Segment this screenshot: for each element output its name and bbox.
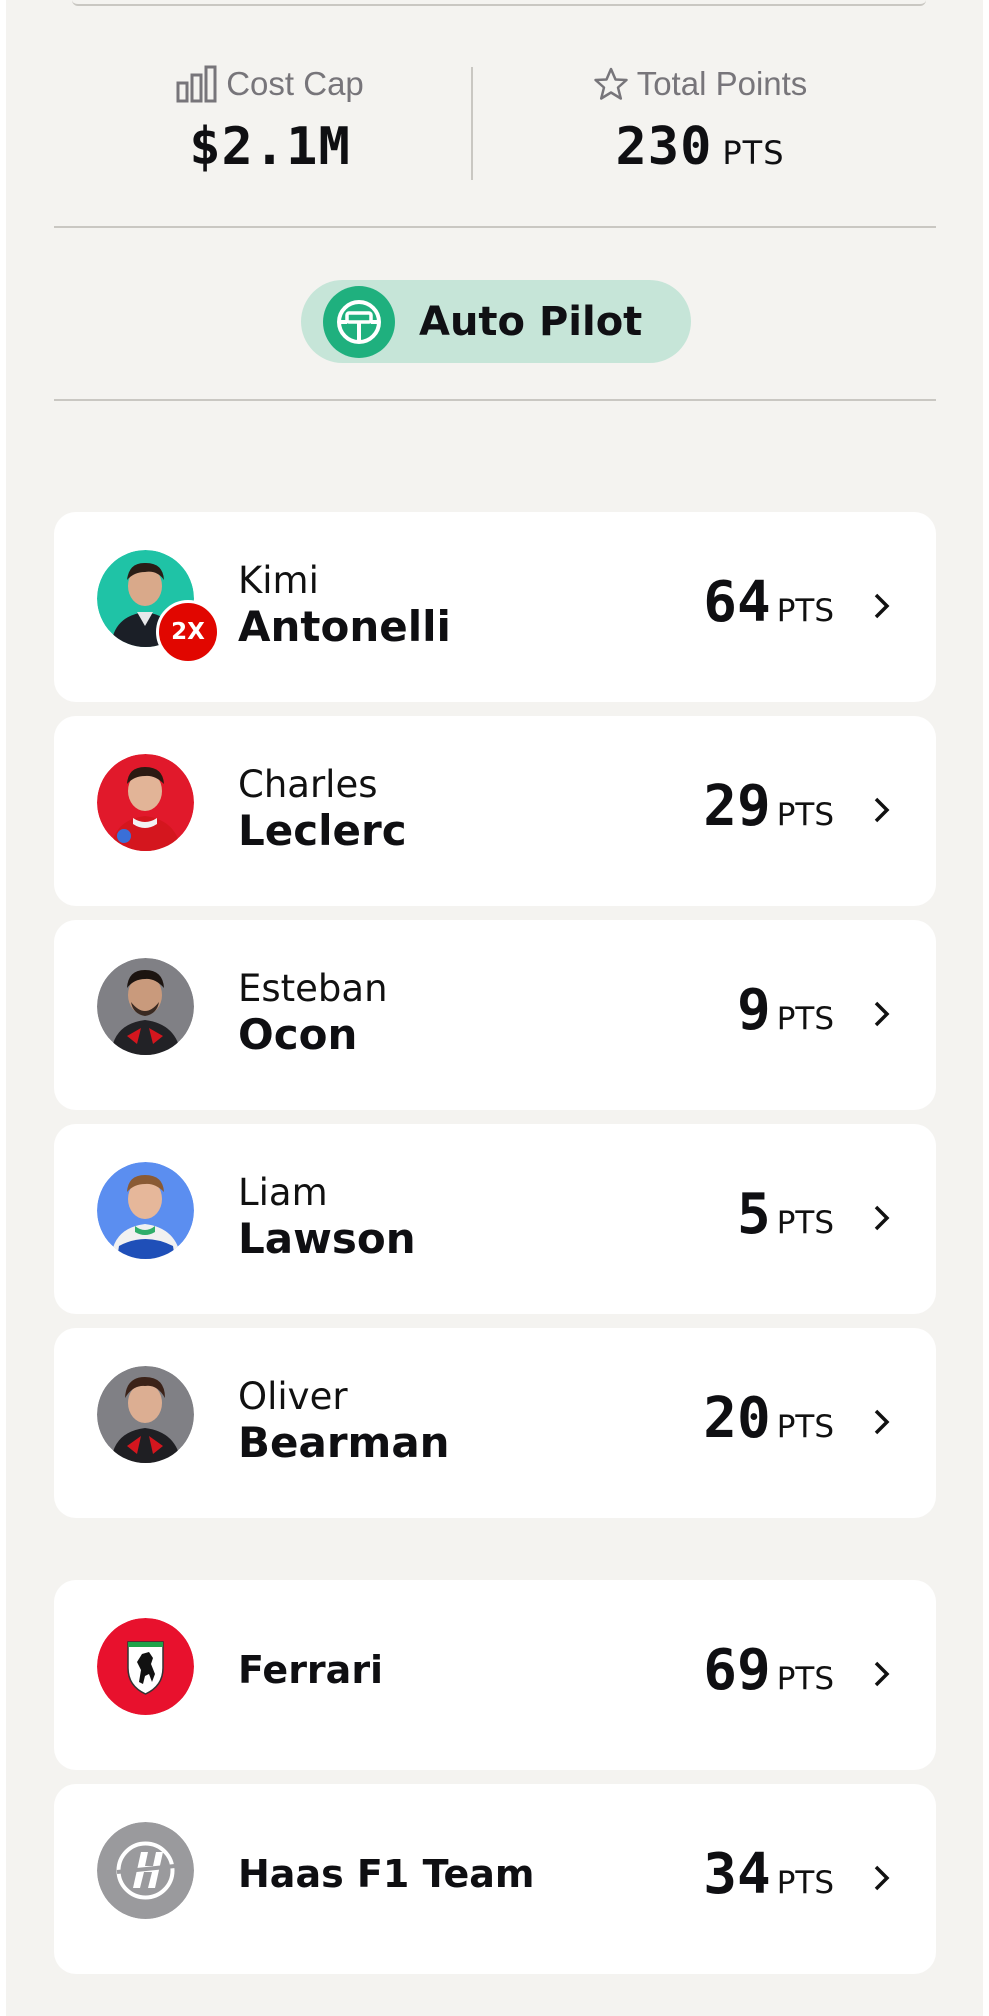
driver-points-unit: PTS <box>776 797 834 833</box>
driver-points-unit: PTS <box>776 1001 834 1037</box>
driver-last-name: Bearman <box>238 1418 450 1467</box>
driver-avatar <box>97 754 194 851</box>
driver-card-leclerc[interactable]: Charles Leclerc 29 PTS <box>54 716 936 906</box>
driver-avatar <box>97 958 194 1055</box>
driver-name: Liam Lawson <box>238 1171 416 1263</box>
driver-last-name: Ocon <box>238 1010 358 1059</box>
driver-first-name: Esteban <box>238 967 388 1010</box>
cost-cap-value: $2.1M <box>189 117 351 177</box>
driver-last-name: Antonelli <box>238 602 451 651</box>
driver-first-name: Charles <box>238 763 378 806</box>
driver-points-value: 20 <box>703 1386 771 1451</box>
chevron-right-icon <box>862 1198 902 1238</box>
chevron-right-icon <box>862 1402 902 1442</box>
driver-points: 64 PTS <box>703 570 834 635</box>
driver-points-value: 64 <box>703 570 771 635</box>
total-points-label: Total Points <box>636 65 808 102</box>
driver-first-name: Oliver <box>238 1375 348 1418</box>
driver-points: 20 PTS <box>703 1386 834 1451</box>
driver-avatar <box>97 1366 194 1463</box>
cost-cap-stat: Cost Cap $2.1M <box>140 65 400 177</box>
driver-avatar <box>97 1162 194 1259</box>
driver-points-value: 5 <box>736 1182 771 1247</box>
driver-name: Kimi Antonelli <box>238 559 451 651</box>
team-points-value: 34 <box>703 1842 771 1907</box>
driver-points-value: 29 <box>703 774 771 839</box>
team-points-value: 69 <box>703 1638 771 1703</box>
haas-logo-icon <box>97 1822 194 1919</box>
team-card-haas[interactable]: Haas F1 Team 34 PTS <box>54 1784 936 1974</box>
driver-points: 5 PTS <box>737 1182 834 1247</box>
divider <box>54 226 936 228</box>
driver-points-unit: PTS <box>776 593 834 629</box>
total-points-value: 230 PTS <box>540 117 860 177</box>
prancing-horse-icon <box>97 1618 194 1715</box>
driver-card-bearman[interactable]: Oliver Bearman 20 PTS <box>54 1328 936 1518</box>
driver-name: Charles Leclerc <box>238 763 407 855</box>
total-points-unit: PTS <box>722 134 785 172</box>
team-points: 34 PTS <box>703 1842 834 1907</box>
star-icon <box>593 67 628 100</box>
cost-cap-label: Cost Cap <box>226 65 364 102</box>
team-card-ferrari[interactable]: Ferrari 69 PTS <box>54 1580 936 1770</box>
auto-pilot-button[interactable]: Auto Pilot <box>301 280 691 363</box>
2x-multiplier-badge: 2X <box>156 600 220 664</box>
team-points-unit: PTS <box>776 1865 834 1901</box>
driver-points-unit: PTS <box>776 1205 834 1241</box>
top-divider <box>72 0 926 6</box>
driver-points-value: 9 <box>736 978 771 1043</box>
divider <box>54 399 936 401</box>
driver-card-ocon[interactable]: Esteban Ocon 9 PTS <box>54 920 936 1110</box>
driver-last-name: Leclerc <box>238 806 407 855</box>
bar-chart-icon <box>176 65 217 103</box>
driver-points: 9 PTS <box>737 978 834 1043</box>
summary-stats: Cost Cap $2.1M Total Points 230 PTS <box>0 55 989 185</box>
driver-points-unit: PTS <box>776 1409 834 1445</box>
driver-points: 29 PTS <box>703 774 834 839</box>
steering-wheel-icon <box>323 285 395 358</box>
driver-first-name: Kimi <box>238 559 319 602</box>
auto-pilot-label: Auto Pilot <box>419 298 643 345</box>
total-points-number: 230 <box>615 117 713 177</box>
driver-card-lawson[interactable]: Liam Lawson 5 PTS <box>54 1124 936 1314</box>
driver-name: Oliver Bearman <box>238 1375 450 1467</box>
chevron-right-icon <box>862 994 902 1034</box>
total-points-stat: Total Points 230 PTS <box>540 65 860 177</box>
chevron-right-icon <box>862 1858 902 1898</box>
driver-name: Esteban Ocon <box>238 967 388 1059</box>
team-name: Ferrari <box>238 1648 384 1692</box>
stats-divider <box>471 67 473 180</box>
chevron-right-icon <box>862 586 902 626</box>
driver-last-name: Lawson <box>238 1214 416 1263</box>
team-points-unit: PTS <box>776 1661 834 1697</box>
driver-first-name: Liam <box>238 1171 328 1214</box>
chevron-right-icon <box>862 790 902 830</box>
chevron-right-icon <box>862 1654 902 1694</box>
team-name: Haas F1 Team <box>238 1852 535 1896</box>
team-points: 69 PTS <box>703 1638 834 1703</box>
